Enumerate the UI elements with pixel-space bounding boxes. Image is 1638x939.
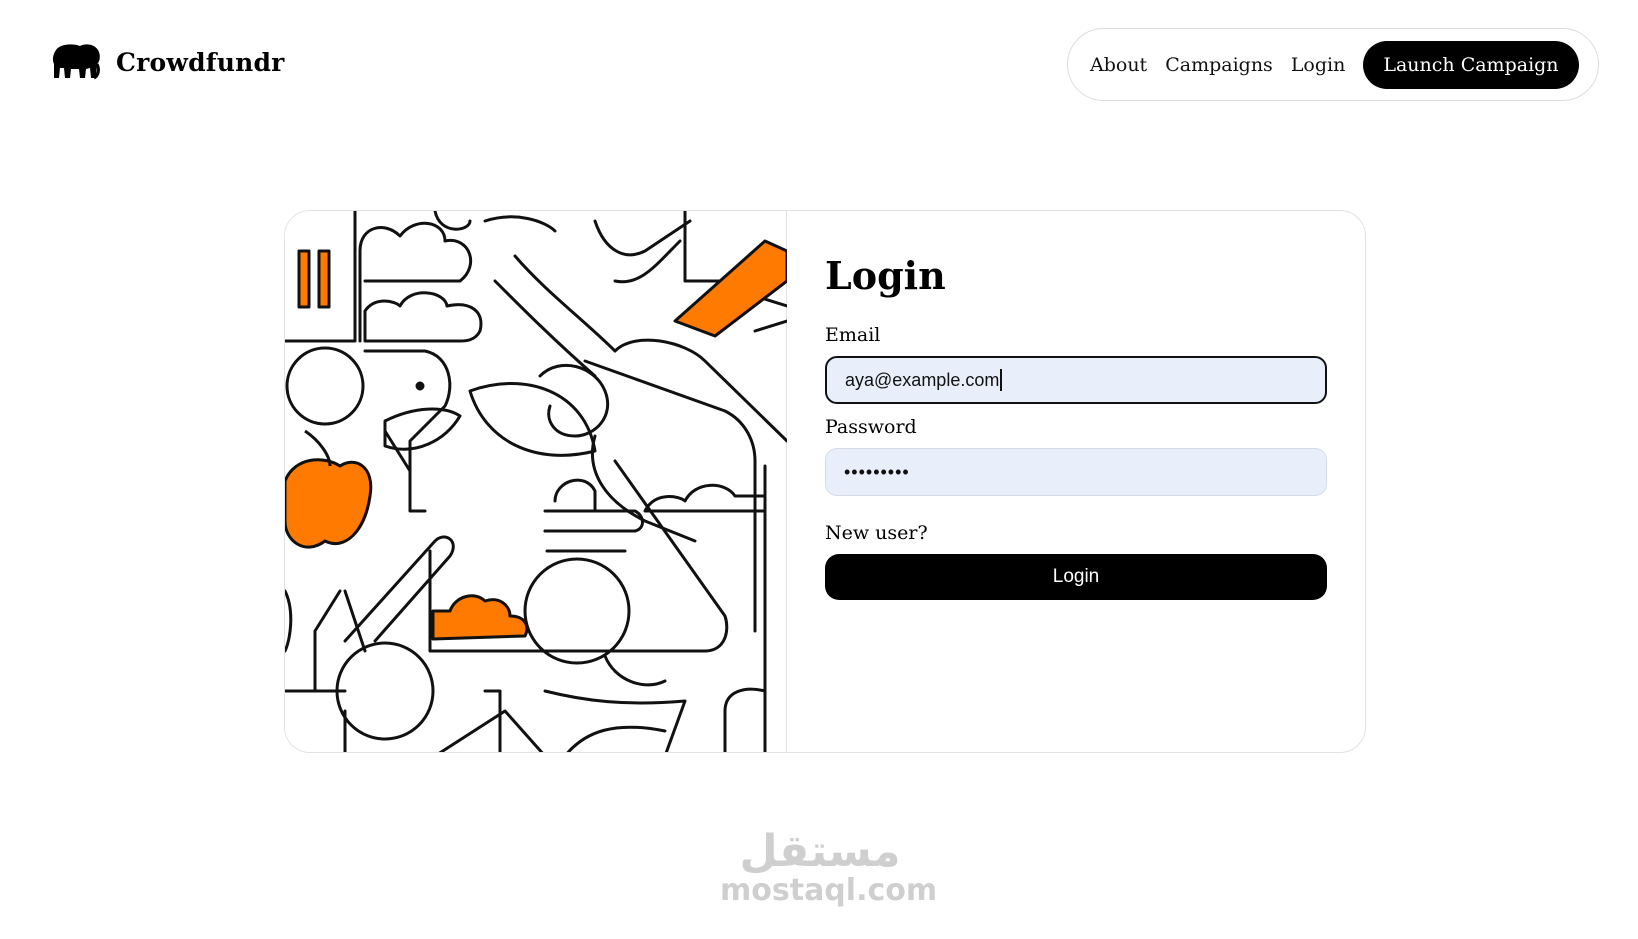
login-submit-button[interactable]: Login	[825, 554, 1327, 600]
new-user-link[interactable]: New user?	[825, 522, 1327, 544]
illustration-panel	[285, 211, 787, 752]
nav-login-link[interactable]: Login	[1291, 54, 1346, 76]
password-input[interactable]: •••••••••	[825, 448, 1327, 496]
email-label: Email	[825, 324, 881, 346]
abstract-illustration	[285, 211, 787, 752]
email-input[interactable]: aya@example.com	[825, 356, 1327, 404]
watermark-latin: mostaql.com	[720, 873, 938, 908]
nav-about-link[interactable]: About	[1090, 54, 1147, 76]
nav-campaigns-link[interactable]: Campaigns	[1165, 54, 1273, 76]
elephant-icon	[50, 42, 102, 82]
launch-campaign-button[interactable]: Launch Campaign	[1363, 40, 1579, 89]
watermark: مستقل mostaql.com	[720, 826, 938, 908]
email-value: aya@example.com	[845, 369, 1000, 390]
login-card: Login Email aya@example.com Password •••…	[284, 210, 1366, 753]
top-nav: About Campaigns Login Launch Campaign	[1067, 28, 1599, 101]
password-label: Password	[825, 416, 917, 438]
login-title: Login	[825, 253, 946, 298]
text-caret	[1000, 369, 1002, 391]
brand-name: Crowdfundr	[116, 47, 285, 77]
login-form: Login Email aya@example.com Password •••…	[787, 211, 1365, 752]
watermark-arabic: مستقل	[739, 826, 901, 877]
brand-logo[interactable]: Crowdfundr	[50, 42, 285, 82]
password-value: •••••••••	[844, 461, 910, 482]
